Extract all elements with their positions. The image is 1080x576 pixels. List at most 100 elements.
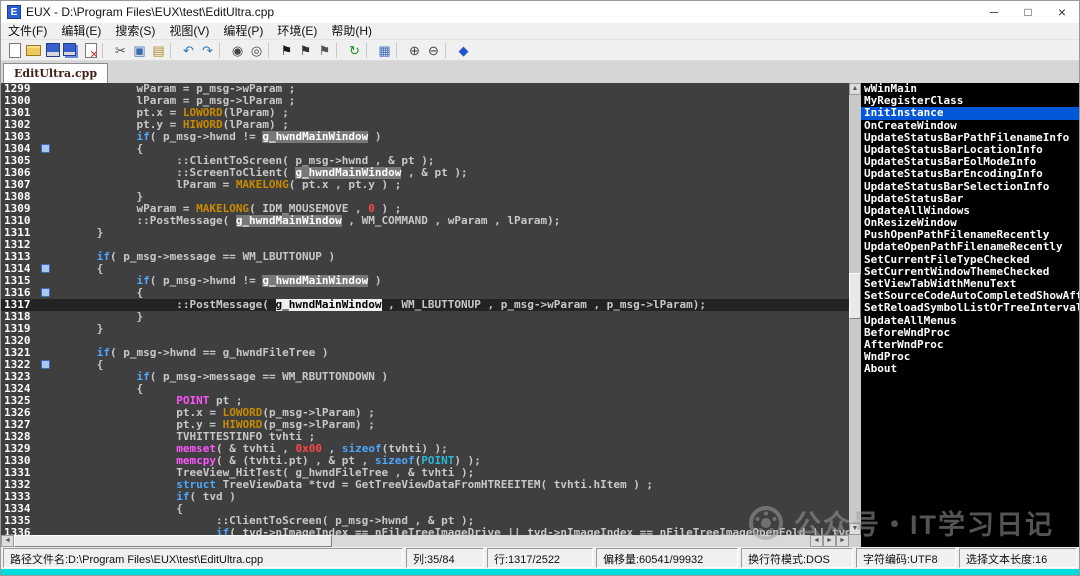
code-line[interactable]: 1310 ::PostMessage( g_hwndMainWindow , W…	[1, 215, 849, 227]
function-list-item[interactable]: PushOpenPathFilenameRecently	[861, 229, 1079, 241]
code-line[interactable]: 1301 pt.x = LOWORD(lParam) ;	[1, 107, 849, 119]
function-list-item[interactable]: SetViewTabWidthMenuText	[861, 278, 1079, 290]
code-line[interactable]: 1322 {	[1, 359, 849, 371]
code-line[interactable]: 1316 {	[1, 287, 849, 299]
copy-icon[interactable]: ▣	[131, 42, 148, 59]
code-line[interactable]: 1323 if( p_msg->message == WM_RBUTTONDOW…	[1, 371, 849, 383]
menu-item-2[interactable]: 编辑(E)	[54, 23, 108, 40]
function-list-item[interactable]: MyRegisterClass	[861, 95, 1079, 107]
horizontal-scrollbar[interactable]: ◄ ◄ ► ►	[1, 535, 849, 547]
tab-editultra-cpp[interactable]: EditUltra.cpp	[3, 63, 108, 83]
function-list-item[interactable]: BeforeWndProc	[861, 327, 1079, 339]
menu-item-6[interactable]: 环境(E)	[270, 23, 324, 40]
code-editor[interactable]: 1299 wParam = p_msg->wParam ;1300 lParam…	[1, 83, 861, 547]
maximize-button[interactable]: □	[1011, 1, 1045, 23]
code-line[interactable]: 1334 {	[1, 503, 849, 515]
code-line[interactable]: 1311 }	[1, 227, 849, 239]
menu-item-3[interactable]: 搜索(S)	[108, 23, 162, 40]
function-list-item[interactable]: UpdateStatusBarPathFilenameInfo	[861, 132, 1079, 144]
code-line[interactable]: 1335 ::ClientToScreen( p_msg->hwnd , & p…	[1, 515, 849, 527]
function-list-item[interactable]: InitInstance	[861, 107, 1079, 119]
code-line[interactable]: 1333 if( tvd )	[1, 491, 849, 503]
scroll-left-icon[interactable]: ◄	[1, 535, 14, 547]
code-line[interactable]: 1326 pt.x = LOWORD(p_msg->lParam) ;	[1, 407, 849, 419]
function-list-item[interactable]: UpdateStatusBar	[861, 193, 1079, 205]
bookmark-icon[interactable]	[41, 360, 50, 369]
menu-item-5[interactable]: 编程(P)	[216, 23, 270, 40]
function-list-item[interactable]: UpdateAllWindows	[861, 205, 1079, 217]
find-in-files-icon[interactable]: ◎	[248, 42, 265, 59]
function-list-item[interactable]: UpdateStatusBarSelectionInfo	[861, 181, 1079, 193]
code-line[interactable]: 1303 if( p_msg->hwnd != g_hwndMainWindow…	[1, 131, 849, 143]
code-line[interactable]: 1313 if( p_msg->message == WM_LBUTTONUP …	[1, 251, 849, 263]
code-line[interactable]: 1336 if( tvd->nImageIndex == nFileTreeIm…	[1, 527, 849, 535]
function-list-item[interactable]: wWinMain	[861, 83, 1079, 95]
minimize-button[interactable]: ─	[977, 1, 1011, 23]
paste-icon[interactable]: ▤	[150, 42, 167, 59]
options-icon[interactable]: ◆	[455, 42, 472, 59]
find-icon[interactable]: ◉	[229, 42, 246, 59]
code-line[interactable]: 1308 }	[1, 191, 849, 203]
zoom-out-icon[interactable]: ⊖	[425, 42, 442, 59]
bookmark-icon[interactable]	[41, 288, 50, 297]
zoom-in-icon[interactable]: ⊕	[406, 42, 423, 59]
horizontal-scroll-thumb[interactable]	[14, 535, 332, 547]
pane-left-icon[interactable]: ◄	[810, 535, 823, 547]
code-line[interactable]: 1332 struct TreeViewData *tvd = GetTreeV…	[1, 479, 849, 491]
function-list-item[interactable]: About	[861, 363, 1079, 375]
code-area[interactable]: 1299 wParam = p_msg->wParam ;1300 lParam…	[1, 83, 849, 535]
code-line[interactable]: 1300 lParam = p_msg->lParam ;	[1, 95, 849, 107]
code-line[interactable]: 1331 TreeView_HitTest( g_hwndFileTree , …	[1, 467, 849, 479]
vertical-scroll-thumb[interactable]	[849, 273, 861, 319]
code-line[interactable]: 1327 pt.y = HIWORD(p_msg->lParam) ;	[1, 419, 849, 431]
function-list-item[interactable]: OnCreateWindow	[861, 120, 1079, 132]
new-file-icon[interactable]	[6, 42, 23, 59]
code-line[interactable]: 1299 wParam = p_msg->wParam ;	[1, 83, 849, 95]
hex-view-icon[interactable]: ▦	[376, 42, 393, 59]
close-button[interactable]: ×	[1045, 1, 1079, 23]
scroll-right-icon[interactable]: ►	[836, 535, 849, 547]
function-list-item[interactable]: UpdateAllMenus	[861, 315, 1079, 327]
code-line[interactable]: 1328 TVHITTESTINFO tvhti ;	[1, 431, 849, 443]
run-icon[interactable]: ↻	[346, 42, 363, 59]
redo-icon[interactable]: ↷	[199, 42, 216, 59]
code-line[interactable]: 1321 if( p_msg->hwnd == g_hwndFileTree )	[1, 347, 849, 359]
bookmark-icon[interactable]	[41, 264, 50, 273]
code-line[interactable]: 1329 memset( & tvhti , 0x00 , sizeof(tvh…	[1, 443, 849, 455]
code-line[interactable]: 1309 wParam = MAKELONG( IDM_MOUSEMOVE , …	[1, 203, 849, 215]
function-list-item[interactable]: SetSourceCodeAutoCompletedShowAfter	[861, 290, 1079, 302]
code-line[interactable]: 1314 {	[1, 263, 849, 275]
code-line[interactable]: 1307 lParam = MAKELONG( pt.x , pt.y ) ;	[1, 179, 849, 191]
function-list-item[interactable]: UpdateStatusBarLocationInfo	[861, 144, 1079, 156]
code-line[interactable]: 1324 {	[1, 383, 849, 395]
open-file-icon[interactable]	[25, 42, 42, 59]
function-list-item[interactable]: SetReloadSymbolListOrTreeIntervalMe	[861, 302, 1079, 314]
close-file-icon[interactable]	[82, 42, 99, 59]
function-list-item[interactable]: WndProc	[861, 351, 1079, 363]
prev-bookmark-icon[interactable]: ⚑	[316, 42, 333, 59]
undo-icon[interactable]: ↶	[180, 42, 197, 59]
code-line[interactable]: 1302 pt.y = HIWORD(lParam) ;	[1, 119, 849, 131]
cut-icon[interactable]: ✂	[112, 42, 129, 59]
function-list-item[interactable]: UpdateStatusBarEolModeInfo	[861, 156, 1079, 168]
menu-item-1[interactable]: 文件(F)	[1, 23, 54, 40]
code-line[interactable]: 1304 {	[1, 143, 849, 155]
code-line[interactable]: 1330 memcpy( & (tvhti.pt) , & pt , sizeo…	[1, 455, 849, 467]
toggle-bookmark-icon[interactable]: ⚑	[278, 42, 295, 59]
code-line[interactable]: 1320	[1, 335, 849, 347]
menu-item-7[interactable]: 帮助(H)	[324, 23, 379, 40]
code-line[interactable]: 1325 POINT pt ;	[1, 395, 849, 407]
save-file-icon[interactable]	[44, 42, 61, 59]
pane-right-icon[interactable]: ►	[823, 535, 836, 547]
code-line[interactable]: 1305 ::ClientToScreen( p_msg->hwnd , & p…	[1, 155, 849, 167]
function-list-item[interactable]: SetCurrentFileTypeChecked	[861, 254, 1079, 266]
scroll-up-icon[interactable]: ▲	[849, 83, 861, 95]
save-all-icon[interactable]	[63, 42, 80, 59]
function-list-item[interactable]: UpdateOpenPathFilenameRecently	[861, 241, 1079, 253]
function-list-item[interactable]: SetCurrentWindowThemeChecked	[861, 266, 1079, 278]
function-list-item[interactable]: AfterWndProc	[861, 339, 1079, 351]
code-line[interactable]: 1317 ::PostMessage( g_hwndMainWindow , W…	[1, 299, 849, 311]
next-bookmark-icon[interactable]: ⚑	[297, 42, 314, 59]
function-list-item[interactable]: UpdateStatusBarEncodingInfo	[861, 168, 1079, 180]
scroll-down-icon[interactable]: ▼	[849, 523, 861, 535]
